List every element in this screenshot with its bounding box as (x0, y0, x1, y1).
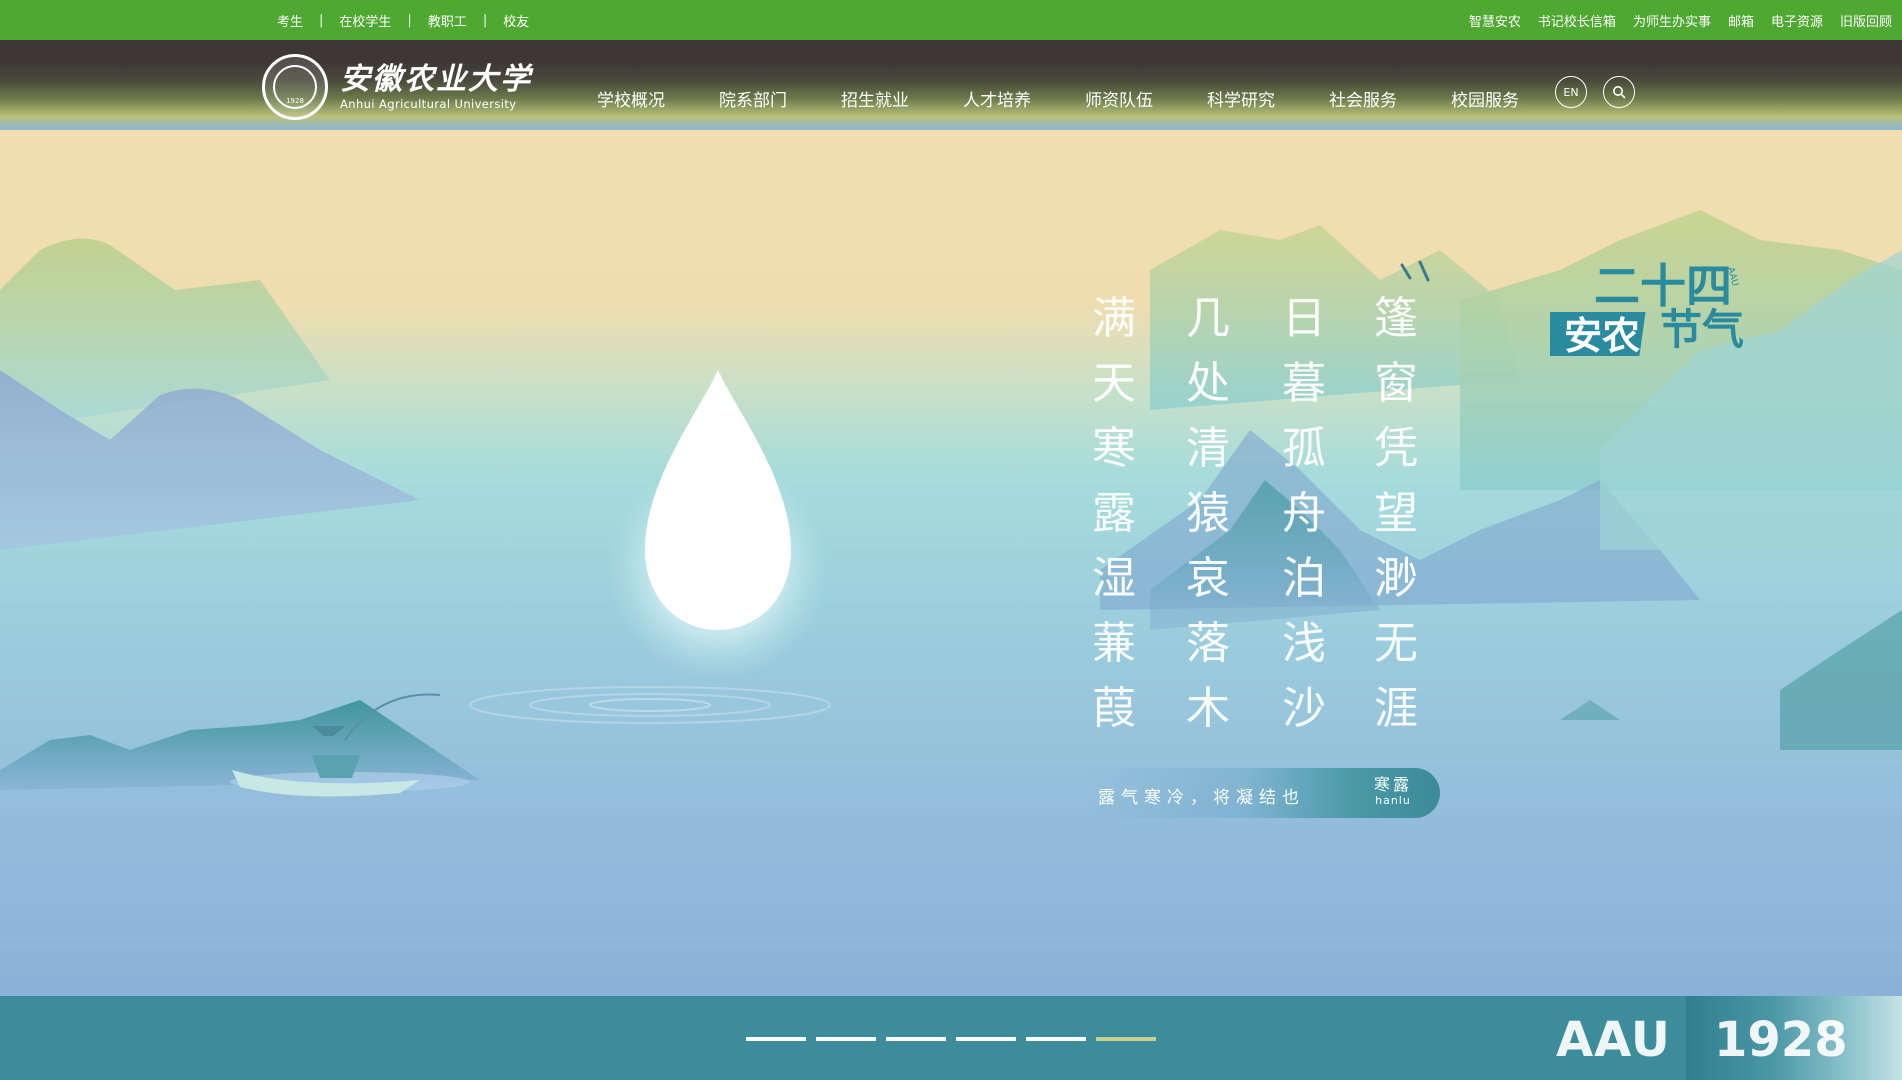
caption-text: 露气寒冷，将凝结也 (1098, 788, 1305, 808)
link-alumni[interactable]: 校友 (503, 11, 529, 30)
poem-column: 日 暮 孤 舟 泊 浅 沙 (1282, 286, 1326, 741)
poem-char: 哀 (1186, 553, 1230, 604)
poem-char: 天 (1092, 358, 1136, 409)
poem-char: 凭 (1374, 423, 1418, 474)
poem-char: 暮 (1282, 358, 1326, 409)
solar-term-label: 寒露 hanlu (1374, 776, 1412, 808)
separator: | (407, 12, 412, 28)
poem-char: 清 (1186, 423, 1230, 474)
main-nav: 1928 安徽农业大学 Anhui Agricultural Universit… (0, 40, 1902, 130)
solar-terms-badge[interactable]: 二十四 安农 节气 AAU (1550, 252, 1760, 372)
poem-char: 露 (1092, 488, 1136, 539)
audience-links: 考生 | 在校学生 | 教职工 | 校友 (277, 0, 529, 40)
search-icon (1613, 86, 1626, 99)
nav-item-departments[interactable]: 院系部门 (719, 86, 841, 111)
link-e-resources[interactable]: 电子资源 (1771, 11, 1823, 30)
link-services[interactable]: 为师生办实事 (1633, 11, 1711, 30)
poem-char: 日 (1282, 293, 1326, 344)
link-students[interactable]: 在校学生 (339, 11, 391, 30)
seal-year: 1928 (286, 97, 304, 105)
carousel-dot-active[interactable] (1096, 1037, 1156, 1041)
nav-item-overview[interactable]: 学校概况 (597, 86, 719, 111)
nav-item-faculty[interactable]: 师资队伍 (1085, 86, 1207, 111)
badge-line2: 安农 (1564, 314, 1640, 358)
carousel-dot[interactable] (956, 1037, 1016, 1041)
poem-char: 几 (1186, 293, 1230, 344)
nav-menu: 学校概况 院系部门 招生就业 人才培养 师资队伍 科学研究 社会服务 校园服务 (597, 86, 1573, 111)
top-utility-bar: 考生 | 在校学生 | 教职工 | 校友 智慧安农 书记校长信箱 为师生办实事 … (0, 0, 1902, 40)
link-old-version[interactable]: 旧版回顾 (1840, 11, 1892, 30)
badge-line3: 节气 (1660, 305, 1744, 354)
link-staff[interactable]: 教职工 (428, 11, 467, 30)
footer-year-panel: 1928 (1686, 996, 1902, 1080)
carousel-dot[interactable] (886, 1037, 946, 1041)
separator: | (482, 12, 488, 28)
footer-year: 1928 (1714, 1012, 1848, 1068)
link-president-mailbox[interactable]: 书记校长信箱 (1538, 11, 1616, 30)
university-logo[interactable]: 1928 安徽农业大学 Anhui Agricultural Universit… (262, 54, 532, 120)
nav-item-research[interactable]: 科学研究 (1207, 86, 1329, 111)
poem-char: 渺 (1374, 553, 1418, 604)
nav-item-admissions[interactable]: 招生就业 (841, 86, 963, 111)
solar-term-pinyin: hanlu (1375, 794, 1411, 807)
poem-char: 木 (1186, 683, 1230, 734)
poem-char: 篷 (1374, 293, 1418, 344)
solar-term-caption[interactable]: 露气寒冷，将凝结也 寒露 hanlu (1088, 768, 1440, 818)
poem-char: 落 (1186, 618, 1230, 669)
carousel-dot[interactable] (816, 1037, 876, 1041)
poem-column: 满 天 寒 露 湿 蒹 葭 (1092, 286, 1136, 741)
poem-char: 泊 (1282, 553, 1326, 604)
service-links: 智慧安农 书记校长信箱 为师生办实事 邮箱 电子资源 旧版回顾 (1469, 0, 1892, 40)
poem-char: 葭 (1092, 683, 1136, 734)
separator: | (319, 12, 324, 28)
poem-char: 猿 (1186, 488, 1230, 539)
university-seal: 1928 (262, 54, 328, 120)
carousel-dot[interactable] (1026, 1037, 1086, 1041)
bottom-bar: AAU 1928 (0, 996, 1902, 1080)
search-button[interactable] (1603, 76, 1635, 108)
poem-char: 望 (1374, 488, 1418, 539)
poem-char: 寒 (1092, 423, 1136, 474)
nav-item-social-service[interactable]: 社会服务 (1329, 86, 1451, 111)
poem-char: 湿 (1092, 553, 1136, 604)
footer-abbr: AAU (1556, 1012, 1671, 1068)
nav-item-education[interactable]: 人才培养 (963, 86, 1085, 111)
poem-char: 舟 (1282, 488, 1326, 539)
poem-column: 几 处 清 猿 哀 落 木 (1186, 286, 1230, 741)
poem-char: 涯 (1374, 683, 1418, 734)
poem-char: 窗 (1374, 358, 1418, 409)
logo-name-cn: 安徽农业大学 (340, 62, 532, 97)
poem-char: 无 (1374, 618, 1418, 669)
carousel-dot[interactable] (746, 1037, 806, 1041)
hero-banner: 二十四 安农 节气 AAU 篷 窗 凭 望 渺 无 涯 日 暮 孤 舟 泊 浅 … (0, 130, 1902, 996)
carousel-indicators (746, 1037, 1156, 1041)
poem-column: 篷 窗 凭 望 渺 无 涯 (1374, 286, 1418, 741)
poem-char: 处 (1186, 358, 1230, 409)
poem-char: 蒹 (1092, 618, 1136, 669)
link-candidates[interactable]: 考生 (277, 11, 303, 30)
poem-char: 沙 (1282, 683, 1326, 734)
link-smart-campus[interactable]: 智慧安农 (1469, 11, 1521, 30)
logo-name-en: Anhui Agricultural University (340, 97, 517, 111)
poem-char: 浅 (1282, 618, 1326, 669)
solar-term-cn: 寒露 (1373, 775, 1412, 794)
language-button[interactable]: EN (1555, 76, 1587, 108)
poem-char: 满 (1092, 293, 1136, 344)
poem-char: 孤 (1282, 423, 1326, 474)
logo-text: 安徽农业大学 Anhui Agricultural University (340, 62, 532, 112)
link-email[interactable]: 邮箱 (1728, 11, 1754, 30)
